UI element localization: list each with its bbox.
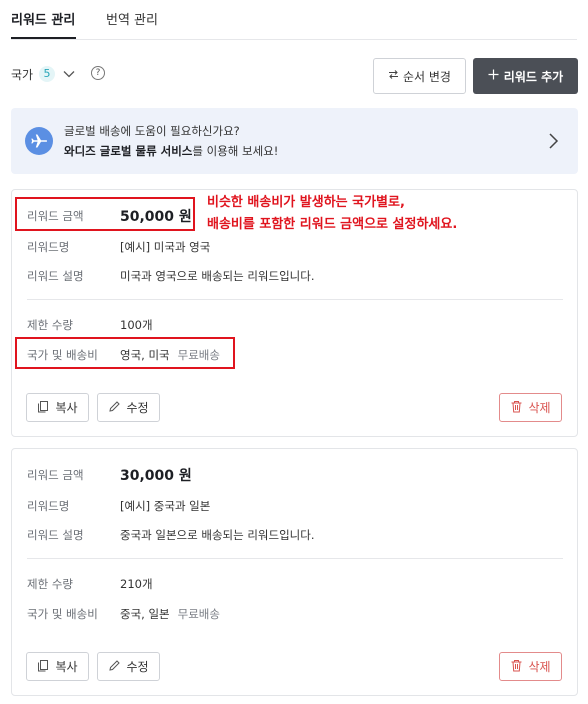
edit-button[interactable]: 수정 — [97, 393, 160, 422]
amount-label: 리워드 금액 — [27, 468, 84, 482]
trash-icon — [510, 400, 523, 416]
trash-icon — [510, 659, 523, 675]
reward-name-label: 리워드명 — [27, 240, 70, 254]
chevron-down-icon[interactable] — [62, 67, 76, 84]
tab-bar: 리워드 관리 번역 관리 — [11, 0, 577, 40]
airplane-icon — [25, 127, 53, 155]
reward-name: [예시] 미국과 영국 — [120, 240, 211, 254]
annotation-line-1: 비슷한 배송비가 발생하는 국가별로, — [207, 195, 405, 210]
reward-description-label: 리워드 설명 — [27, 528, 84, 542]
edit-label: 수정 — [126, 660, 149, 674]
active-tab-indicator — [11, 37, 76, 39]
reward-limit: 100개 — [120, 318, 153, 332]
limit-label: 제한 수량 — [27, 577, 73, 591]
reward-amount: 30,000 원 — [120, 468, 192, 484]
change-order-button[interactable]: 순서 변경 — [373, 58, 466, 94]
help-icon[interactable]: ? — [91, 66, 105, 80]
copy-label: 복사 — [55, 660, 78, 674]
reward-name-label: 리워드명 — [27, 499, 70, 513]
add-reward-label: 리워드 추가 — [503, 69, 564, 84]
country-filter-label[interactable]: 국가 — [11, 66, 33, 83]
delete-label: 삭제 — [528, 660, 551, 674]
delete-button[interactable]: 삭제 — [499, 652, 562, 681]
copy-button[interactable]: 복사 — [26, 652, 89, 681]
pencil-icon — [108, 659, 121, 675]
reward-card: 리워드 금액 30,000 원 리워드명 [예시] 중국과 일본 리워드 설명 … — [11, 448, 578, 696]
country-count-badge: 5 — [39, 66, 55, 82]
reward-description-label: 리워드 설명 — [27, 269, 84, 283]
shipping-fee: 무료배송 — [177, 607, 220, 621]
divider — [27, 299, 563, 300]
copy-icon — [37, 400, 50, 416]
country-shipping-label: 국가 및 배송비 — [27, 607, 98, 621]
banner-subtitle: 와디즈 글로벌 물류 서비스를 이용해 보세요! — [64, 143, 278, 159]
swap-icon — [388, 69, 399, 83]
divider — [27, 558, 563, 559]
banner-service-name: 와디즈 글로벌 물류 서비스 — [64, 144, 193, 158]
amount-highlight-box — [15, 197, 195, 231]
country-shipping-highlight-box — [15, 337, 235, 369]
copy-label: 복사 — [55, 401, 78, 415]
annotation-line-2: 배송비를 포함한 리워드 금액으로 설정하세요. — [207, 217, 458, 232]
limit-label: 제한 수량 — [27, 318, 73, 332]
edit-button[interactable]: 수정 — [97, 652, 160, 681]
plus-icon — [488, 69, 499, 83]
reward-description: 미국과 영국으로 배송되는 리워드입니다. — [120, 269, 315, 283]
copy-icon — [37, 659, 50, 675]
tab-translation-management[interactable]: 번역 관리 — [106, 12, 158, 30]
tab-reward-management[interactable]: 리워드 관리 — [11, 12, 75, 30]
country-shipping-value: 중국, 일본 무료배송 — [120, 606, 220, 622]
edit-label: 수정 — [126, 401, 149, 415]
delete-label: 삭제 — [528, 401, 551, 415]
chevron-right-icon[interactable] — [548, 132, 560, 153]
reward-countries: 중국, 일본 — [120, 607, 170, 621]
copy-button[interactable]: 복사 — [26, 393, 89, 422]
reward-name: [예시] 중국과 일본 — [120, 499, 211, 513]
reward-description: 중국과 일본으로 배송되는 리워드입니다. — [120, 528, 315, 542]
global-logistics-banner[interactable]: 글로벌 배송에 도움이 필요하신가요? 와디즈 글로벌 물류 서비스를 이용해 … — [11, 108, 578, 174]
add-reward-button[interactable]: 리워드 추가 — [473, 58, 578, 94]
banner-title: 글로벌 배송에 도움이 필요하신가요? — [64, 124, 240, 138]
change-order-label: 순서 변경 — [403, 69, 451, 84]
banner-cta-text: 를 이용해 보세요! — [192, 144, 279, 158]
delete-button[interactable]: 삭제 — [499, 393, 562, 422]
pencil-icon — [108, 400, 121, 416]
reward-limit: 210개 — [120, 577, 153, 591]
